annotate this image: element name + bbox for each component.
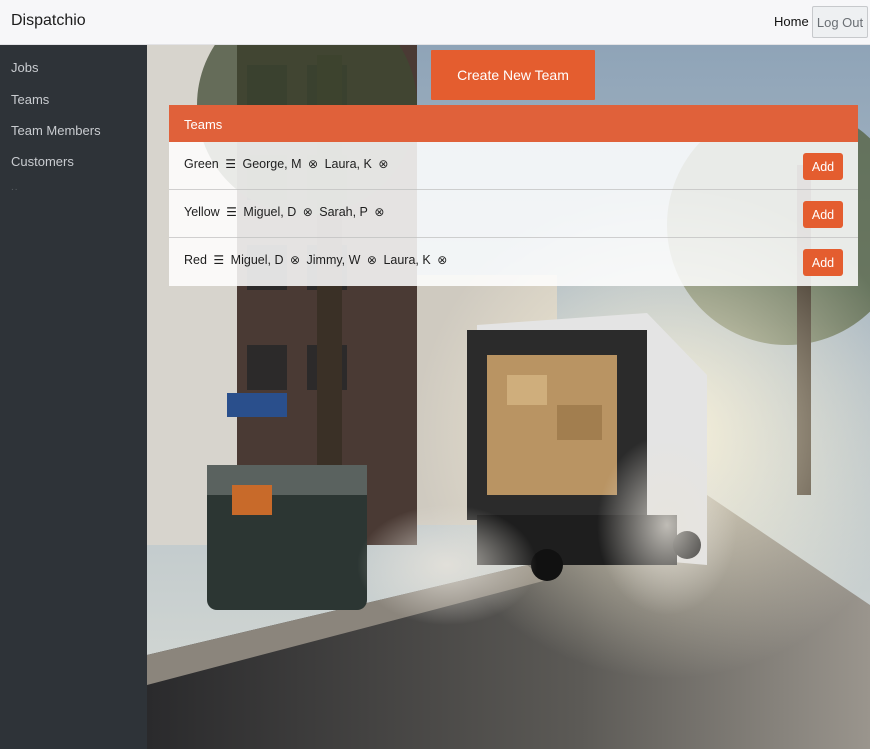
team-member: Laura, K — [383, 253, 431, 267]
menu-icon[interactable]: ☰ — [226, 205, 237, 219]
menu-icon[interactable]: ☰ — [213, 253, 224, 267]
navbar: Dispatchio Home Log Out — [0, 0, 870, 45]
team-member: Miguel, D — [230, 253, 284, 267]
add-member-button[interactable]: Add — [803, 249, 843, 276]
remove-member-icon[interactable]: ⊗ — [378, 157, 388, 171]
team-row-content: Yellow ☰ Miguel, D ⊗ Sarah, P ⊗ — [184, 205, 387, 219]
sidebar-item-team-members[interactable]: Team Members — [11, 123, 101, 138]
logout-button[interactable]: Log Out — [812, 6, 868, 38]
team-member: George, M — [242, 157, 302, 171]
team-member: Sarah, P — [319, 205, 368, 219]
remove-member-icon[interactable]: ⊗ — [374, 205, 384, 219]
team-name: Red — [184, 253, 207, 267]
remove-member-icon[interactable]: ⊗ — [367, 253, 377, 267]
team-member: Jimmy, W — [306, 253, 361, 267]
sidebar-item-teams[interactable]: Teams — [11, 92, 49, 107]
sidebar: Jobs Teams Team Members Customers .. — [0, 45, 147, 749]
sidebar-item-jobs[interactable]: Jobs — [11, 60, 38, 75]
team-name: Yellow — [184, 205, 220, 219]
team-name: Green — [184, 157, 219, 171]
team-row: Red ☰ Miguel, D ⊗ Jimmy, W ⊗ Laura, K ⊗ … — [169, 238, 858, 286]
teams-panel: Teams Green ☰ George, M ⊗ Laura, K ⊗ Add… — [169, 105, 858, 286]
create-new-team-button[interactable]: Create New Team — [431, 50, 595, 100]
teams-panel-title: Teams — [169, 105, 858, 142]
sidebar-extra: .. — [11, 182, 19, 193]
sidebar-item-customers[interactable]: Customers — [11, 154, 74, 169]
brand-logo[interactable]: Dispatchio — [11, 12, 86, 30]
team-row: Yellow ☰ Miguel, D ⊗ Sarah, P ⊗ Add — [169, 190, 858, 238]
remove-member-icon[interactable]: ⊗ — [437, 253, 447, 267]
team-row-content: Green ☰ George, M ⊗ Laura, K ⊗ — [184, 157, 391, 171]
remove-member-icon[interactable]: ⊗ — [303, 205, 313, 219]
team-member: Miguel, D — [243, 205, 297, 219]
team-row: Green ☰ George, M ⊗ Laura, K ⊗ Add — [169, 142, 858, 190]
team-row-content: Red ☰ Miguel, D ⊗ Jimmy, W ⊗ Laura, K ⊗ — [184, 253, 450, 267]
add-member-button[interactable]: Add — [803, 201, 843, 228]
remove-member-icon[interactable]: ⊗ — [308, 157, 318, 171]
remove-member-icon[interactable]: ⊗ — [290, 253, 300, 267]
team-member: Laura, K — [324, 157, 372, 171]
add-member-button[interactable]: Add — [803, 153, 843, 180]
menu-icon[interactable]: ☰ — [225, 157, 236, 171]
nav-home-link[interactable]: Home — [774, 14, 809, 29]
